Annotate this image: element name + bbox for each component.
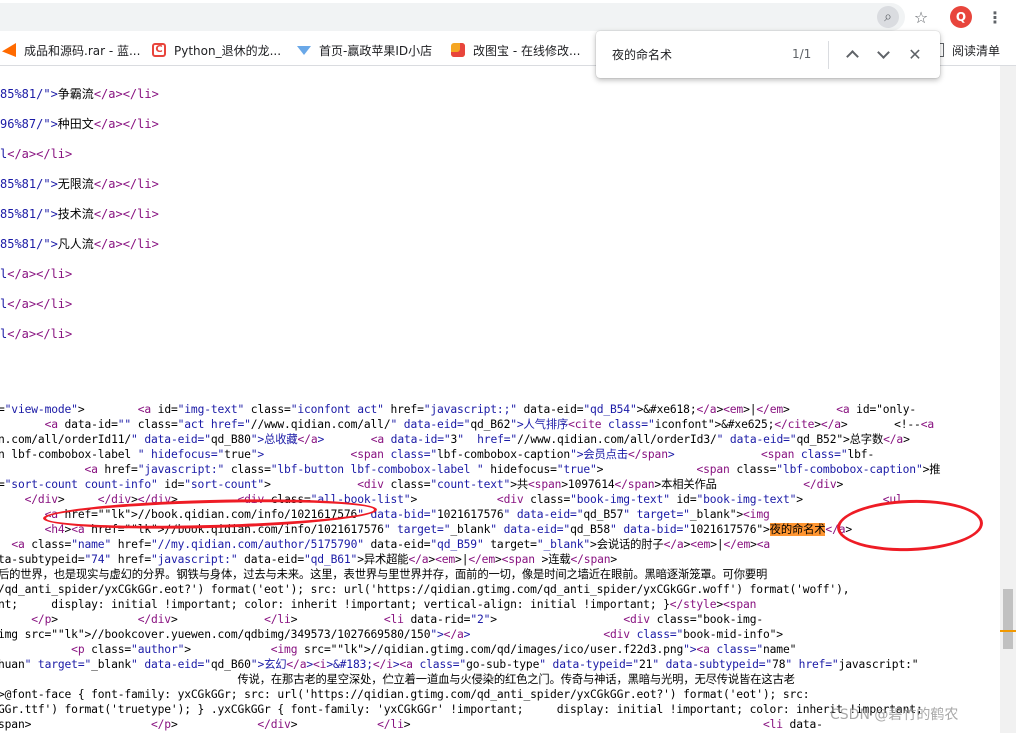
source-line: <h4><a href=""lk">//book.qidian.com/info…	[44, 523, 853, 536]
find-in-page-bar: 1/1 ✕	[596, 31, 940, 78]
source-line: >@font-face { font-family: yxCGkGGr; src…	[0, 688, 810, 701]
find-divider	[828, 41, 829, 69]
source-line: l</a></li>	[0, 267, 73, 281]
find-match-marker	[1000, 630, 1016, 632]
source-line: 96%87/">种田文</a></li>	[0, 117, 159, 131]
browser-toolbar: ⌕ ☆ Q ⋮	[0, 0, 1016, 35]
bookmark-favicon-icon	[2, 43, 16, 57]
bookmark-label: 成品和源码.rar - 蓝...	[24, 43, 141, 58]
source-line: ta-subtypeid="74" href="javascript:" dat…	[0, 553, 618, 566]
scrollbar-thumb[interactable]	[1003, 589, 1013, 649]
watermark: CSDN @碧竹的鹤农	[830, 707, 959, 723]
bookmark-item[interactable]: 成品和源码.rar - 蓝...	[2, 40, 140, 60]
source-line: huan" target="_blank" data-eid="qd_B60">…	[0, 658, 919, 671]
bookmark-label: 首页-赢政苹果ID小店	[319, 43, 433, 58]
source-line: <a href=""lk">//book.qidian.com/info/102…	[44, 508, 770, 521]
find-next-button[interactable]	[872, 43, 894, 65]
bookmark-label: Python_退休的龙...	[174, 43, 282, 58]
source-line: /qd_anti_spider/yxCGkGGr.eot?') format('…	[0, 583, 850, 596]
find-close-button[interactable]: ✕	[904, 43, 926, 65]
close-icon: ✕	[908, 44, 922, 64]
star-icon[interactable]: ☆	[910, 6, 932, 28]
bookmark-item[interactable]: 改图宝 - 在线修改...	[451, 40, 580, 60]
chevron-down-icon	[876, 45, 890, 59]
source-line: <p class="author"> <img src=""lk">//qidi…	[71, 643, 797, 656]
source-line: l</a></li>	[0, 297, 73, 311]
source-line: n lbf-combobox-label " hidefocus="true">…	[0, 448, 875, 461]
reading-list-label: 阅读清单	[952, 43, 1001, 58]
source-line: <a data-id="" class="act href="//www.qid…	[44, 418, 935, 431]
address-bar[interactable]	[0, 3, 905, 31]
bookmark-item[interactable]: C Python_退休的龙...	[152, 40, 281, 60]
source-line: nt; display: initial !important; color: …	[0, 598, 757, 611]
source-line: <a href="javascript:" class="lbf-button …	[84, 463, 941, 476]
source-line: l</a></li>	[0, 327, 73, 341]
vertical-scrollbar[interactable]	[1000, 66, 1016, 733]
source-line: ="view-mode"> <a id="img-text" class="ic…	[0, 403, 917, 416]
find-input[interactable]	[612, 45, 772, 63]
bookmark-favicon-icon	[451, 43, 465, 57]
find-highlight: 夜的命名术	[769, 523, 826, 536]
profile-avatar[interactable]: Q	[950, 6, 972, 28]
find-match-count: 1/1	[792, 47, 812, 61]
source-line: 传说，在那古老的星空深处，伫立着一道血与火侵染的红色之门。传奇与神话，黑暗与光明…	[0, 673, 795, 686]
source-line: 后的世界，也是现实与虚幻的分界。钢铁与身体，过去与未来。这里，表世界与里世界并存…	[0, 568, 768, 581]
source-line: </p> </div> </li> <li data-rid="2"> <div…	[31, 613, 763, 626]
source-line: n.com/all/orderId11/" data-eid="qd_B80">…	[0, 433, 910, 446]
source-line: ="sort-count count-info" id="sort-count"…	[0, 478, 844, 491]
kebab-menu-icon[interactable]: ⋮	[984, 6, 1006, 28]
find-previous-button[interactable]	[841, 43, 863, 65]
reading-list-button[interactable]: 阅读清单	[932, 40, 1000, 60]
bookmark-label: 改图宝 - 在线修改...	[473, 43, 581, 58]
bookmark-favicon-icon: C	[152, 43, 166, 57]
source-line: img src=""lk">//bookcover.yuewen.com/qdb…	[0, 628, 783, 641]
chevron-up-icon	[845, 49, 859, 63]
source-line: 85%81/">争霸流</a></li>	[0, 87, 159, 101]
source-line: 85%81/">凡人流</a></li>	[0, 237, 159, 251]
source-line: 85%81/">技术流</a></li>	[0, 207, 159, 221]
source-line: </div> </div></div> <div class="all-book…	[24, 493, 903, 506]
source-line: <a class="name" href="//my.qidian.com/au…	[11, 538, 771, 551]
source-line: l</a></li>	[0, 147, 73, 161]
source-line: 85%81/">无限流</a></li>	[0, 177, 159, 191]
search-page-icon[interactable]: ⌕	[877, 6, 899, 28]
source-line: GGr.ttf') format('truetype'); } .yxCGkGG…	[0, 703, 923, 716]
source-line: span> </p> </div> </li> <li data-	[0, 718, 823, 731]
page-source-view: 85%81/">争霸流</a></li> 96%87/">种田文</a></li>…	[0, 66, 1000, 733]
bookmark-favicon-icon	[297, 45, 311, 55]
bookmark-item[interactable]: 首页-赢政苹果ID小店	[297, 40, 432, 60]
